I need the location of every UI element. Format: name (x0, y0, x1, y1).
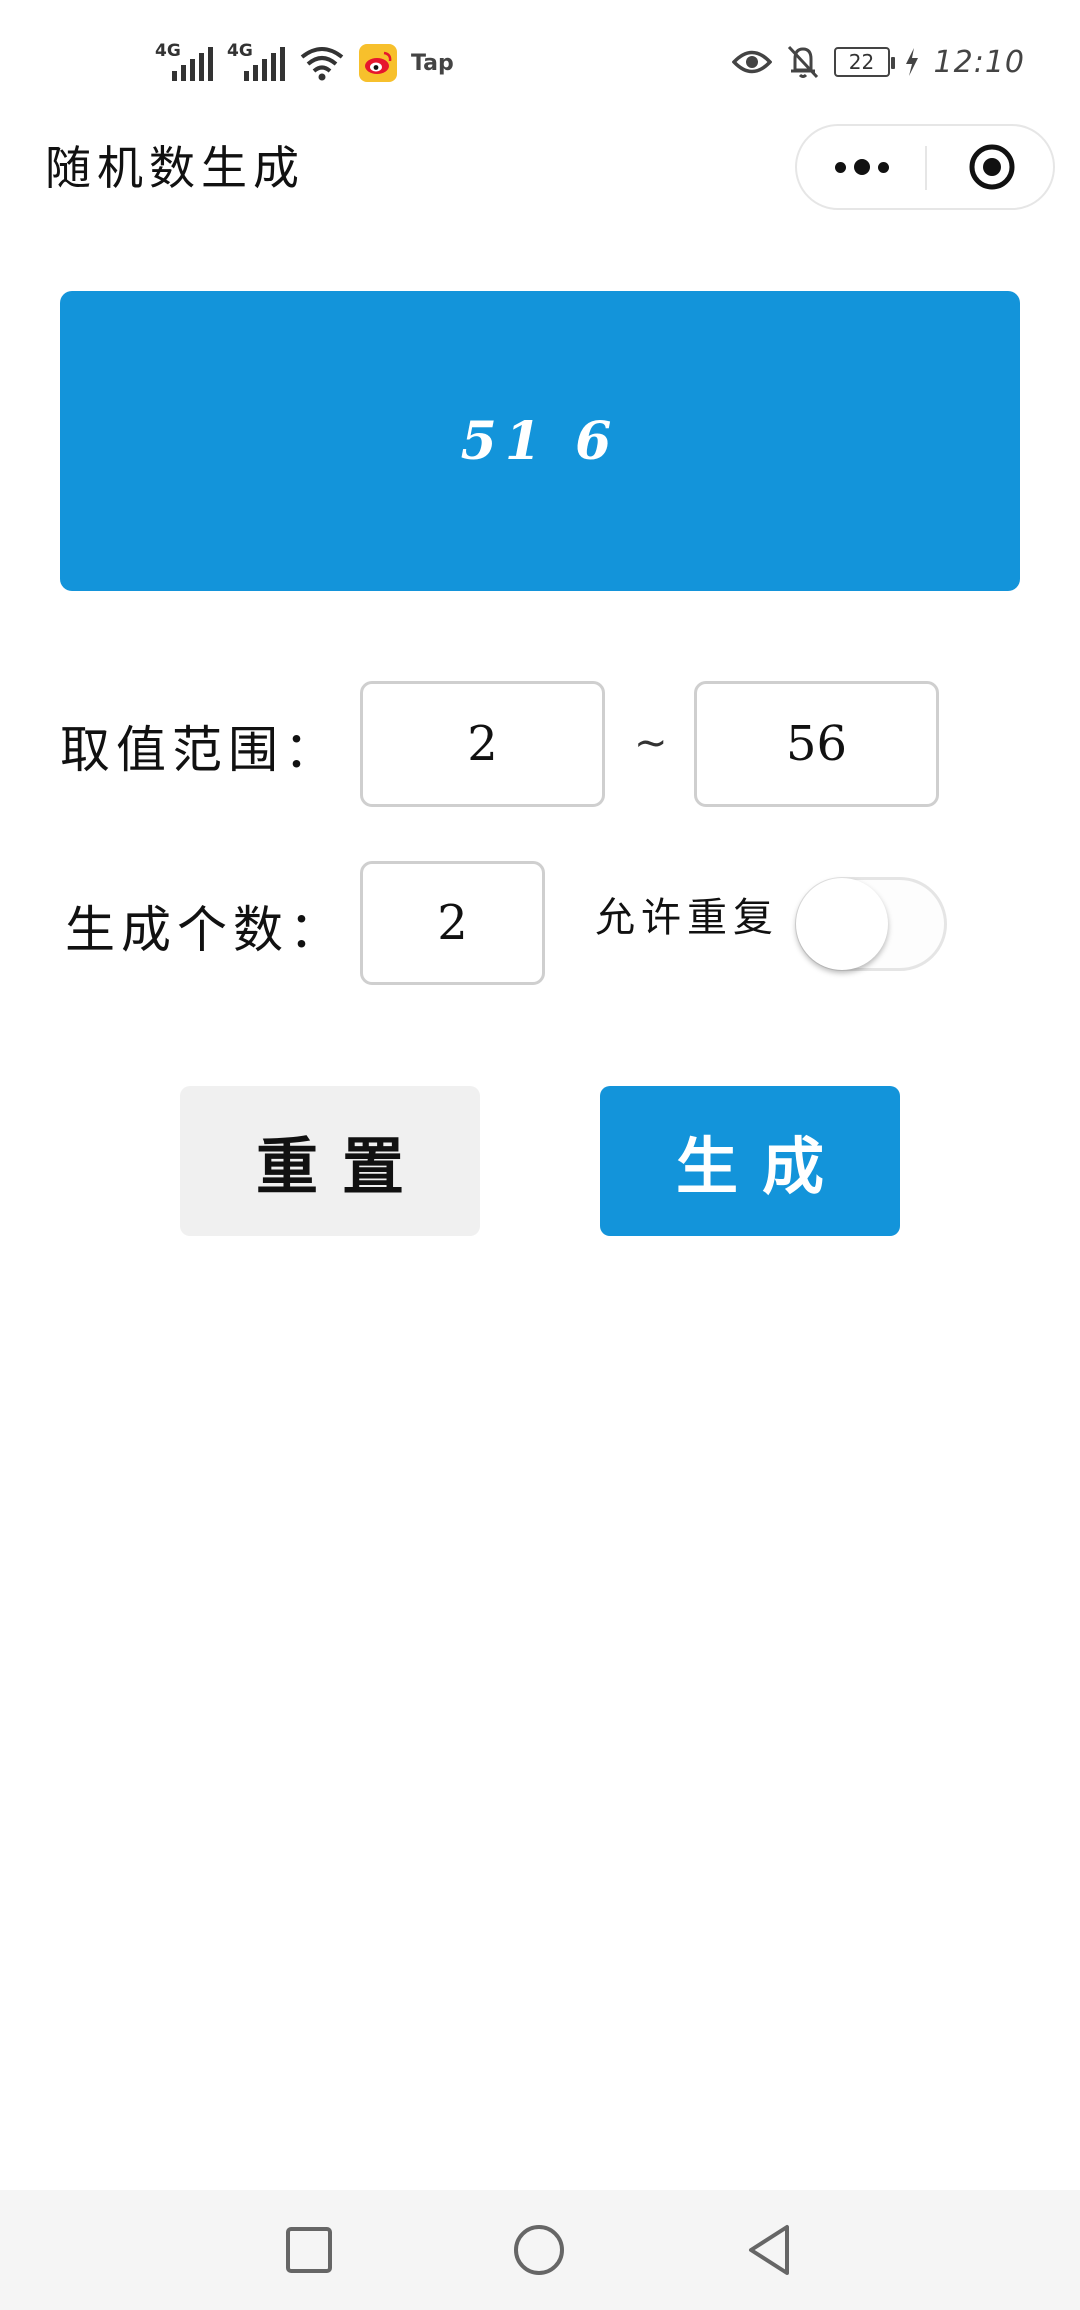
result-panel: 51 6 (60, 291, 1020, 591)
result-value: 51 6 (460, 410, 620, 472)
generate-button[interactable]: 生成 (600, 1086, 900, 1236)
page-title: 随机数生成 (45, 141, 305, 195)
home-button[interactable] (479, 2190, 599, 2310)
battery-icon: 22 (833, 47, 895, 77)
count-label: 生成个数： (65, 901, 345, 959)
status-bar: 4G 4G Tap 22 12:10 (0, 0, 1080, 120)
signal-icon-2: 4G (227, 41, 285, 85)
eye-icon (731, 50, 772, 74)
status-bar-right: 22 12:10 (731, 42, 1025, 82)
notifications-off-icon (787, 45, 818, 79)
signal-icon: 4G (155, 41, 213, 85)
navigation-bar (0, 2190, 1080, 2310)
home-icon (514, 2225, 564, 2275)
range-max-input[interactable] (697, 684, 936, 804)
wifi-icon (300, 47, 344, 81)
range-label: 取值范围： (60, 721, 340, 779)
status-bar-left: 4G 4G Tap (155, 40, 454, 86)
weibo-icon (359, 44, 397, 82)
range-separator: ~ (634, 720, 668, 766)
more-button[interactable] (797, 126, 927, 208)
clock: 12:10 (933, 44, 1025, 80)
reset-button[interactable]: 重置 (180, 1086, 480, 1236)
allow-repeat-switch[interactable] (795, 877, 947, 971)
tap-app-label: Tap (411, 50, 454, 76)
charging-icon (905, 48, 918, 76)
allow-repeat-label: 允许重复 (595, 895, 779, 941)
count-input[interactable] (363, 864, 542, 982)
recent-apps-button[interactable] (249, 2190, 369, 2310)
range-max-box (694, 681, 939, 807)
count-box (360, 861, 545, 985)
back-icon (749, 2225, 789, 2275)
close-button[interactable] (927, 126, 1057, 208)
switch-knob[interactable] (796, 878, 888, 970)
back-button[interactable] (710, 2190, 830, 2310)
range-min-box (360, 681, 605, 807)
range-min-input[interactable] (363, 684, 602, 804)
recent-apps-icon (286, 2227, 332, 2273)
mini-program-capsule (795, 124, 1055, 210)
battery-level: 22 (848, 50, 875, 74)
more-icon (835, 161, 846, 173)
close-target-icon (969, 144, 1015, 190)
